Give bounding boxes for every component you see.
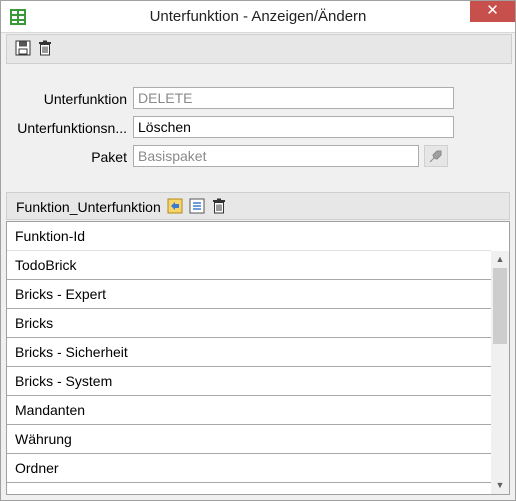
table-cell-funktion-id: Bricks <box>15 315 54 331</box>
detail-form: Unterfunktion Unterfunktionsn... Paket <box>6 64 510 188</box>
subform-table: Funktion-Id TodoBrick Bricks - Expert Bric… <box>6 221 510 495</box>
paket-field[interactable] <box>133 145 419 167</box>
table-row[interactable]: Bricks <box>7 309 491 338</box>
table-row[interactable]: Mandanten <box>7 396 491 425</box>
subform-title: Funktion_Unterfunktion <box>16 199 161 215</box>
window-title: Unterfunktion - Anzeigen/Ändern <box>149 8 367 25</box>
column-header-funktion-id[interactable]: Funktion-Id <box>7 222 491 251</box>
unterfunktion-label: Unterfunktion <box>43 91 127 107</box>
edit-list-icon[interactable] <box>189 198 205 214</box>
paket-label: Paket <box>91 149 127 165</box>
vertical-scrollbar[interactable]: ▲ ▼ <box>491 251 509 494</box>
table-row[interactable]: TodoBrick <box>7 251 491 280</box>
table-cell-funktion-id: Bricks - Expert <box>15 286 107 302</box>
trash-icon[interactable] <box>37 40 53 56</box>
save-icon[interactable] <box>15 40 31 56</box>
scroll-down-arrow[interactable]: ▼ <box>491 477 509 494</box>
table-cell-funktion-id: Währung <box>15 431 72 447</box>
table-cell-funktion-id: TodoBrick <box>15 257 77 273</box>
table-row[interactable]: Ordner <box>7 454 491 483</box>
table-body: TodoBrick Bricks - Expert Bricks Bricks - S… <box>7 251 491 483</box>
table-cell-funktion-id: Mandanten <box>15 402 86 418</box>
main-toolbar <box>6 34 512 64</box>
close-button[interactable]: ✕ <box>470 1 515 22</box>
scroll-up-arrow[interactable]: ▲ <box>491 251 509 268</box>
subform-header: Funktion_Unterfunktion <box>6 192 510 220</box>
unterfunktionsname-field[interactable] <box>133 116 454 138</box>
table-row[interactable]: Bricks - System <box>7 367 491 396</box>
table-row[interactable]: Bricks - Expert <box>7 280 491 309</box>
table-cell-funktion-id: Ordner <box>15 460 59 476</box>
main-window: Unterfunktion - Anzeigen/Ändern ✕ Unterf… <box>0 0 516 501</box>
unterfunktion-field[interactable] <box>133 87 454 109</box>
table-cell-funktion-id: Bricks - Sicherheit <box>15 344 128 360</box>
add-related-icon[interactable] <box>167 198 183 214</box>
table-row[interactable]: Bricks - Sicherheit <box>7 338 491 367</box>
delete-row-icon[interactable] <box>211 198 227 214</box>
paket-lookup-button[interactable] <box>424 145 448 167</box>
table-row[interactable]: Währung <box>7 425 491 454</box>
column-header-label: Funktion-Id <box>15 228 86 244</box>
unterfunktionsname-label: Unterfunktionsn... <box>17 120 127 136</box>
table-cell-funktion-id: Bricks - System <box>15 373 113 389</box>
scroll-thumb[interactable] <box>493 268 507 344</box>
lookup-icon <box>429 150 442 163</box>
title-bar[interactable]: Unterfunktion - Anzeigen/Ändern ✕ <box>1 1 515 33</box>
